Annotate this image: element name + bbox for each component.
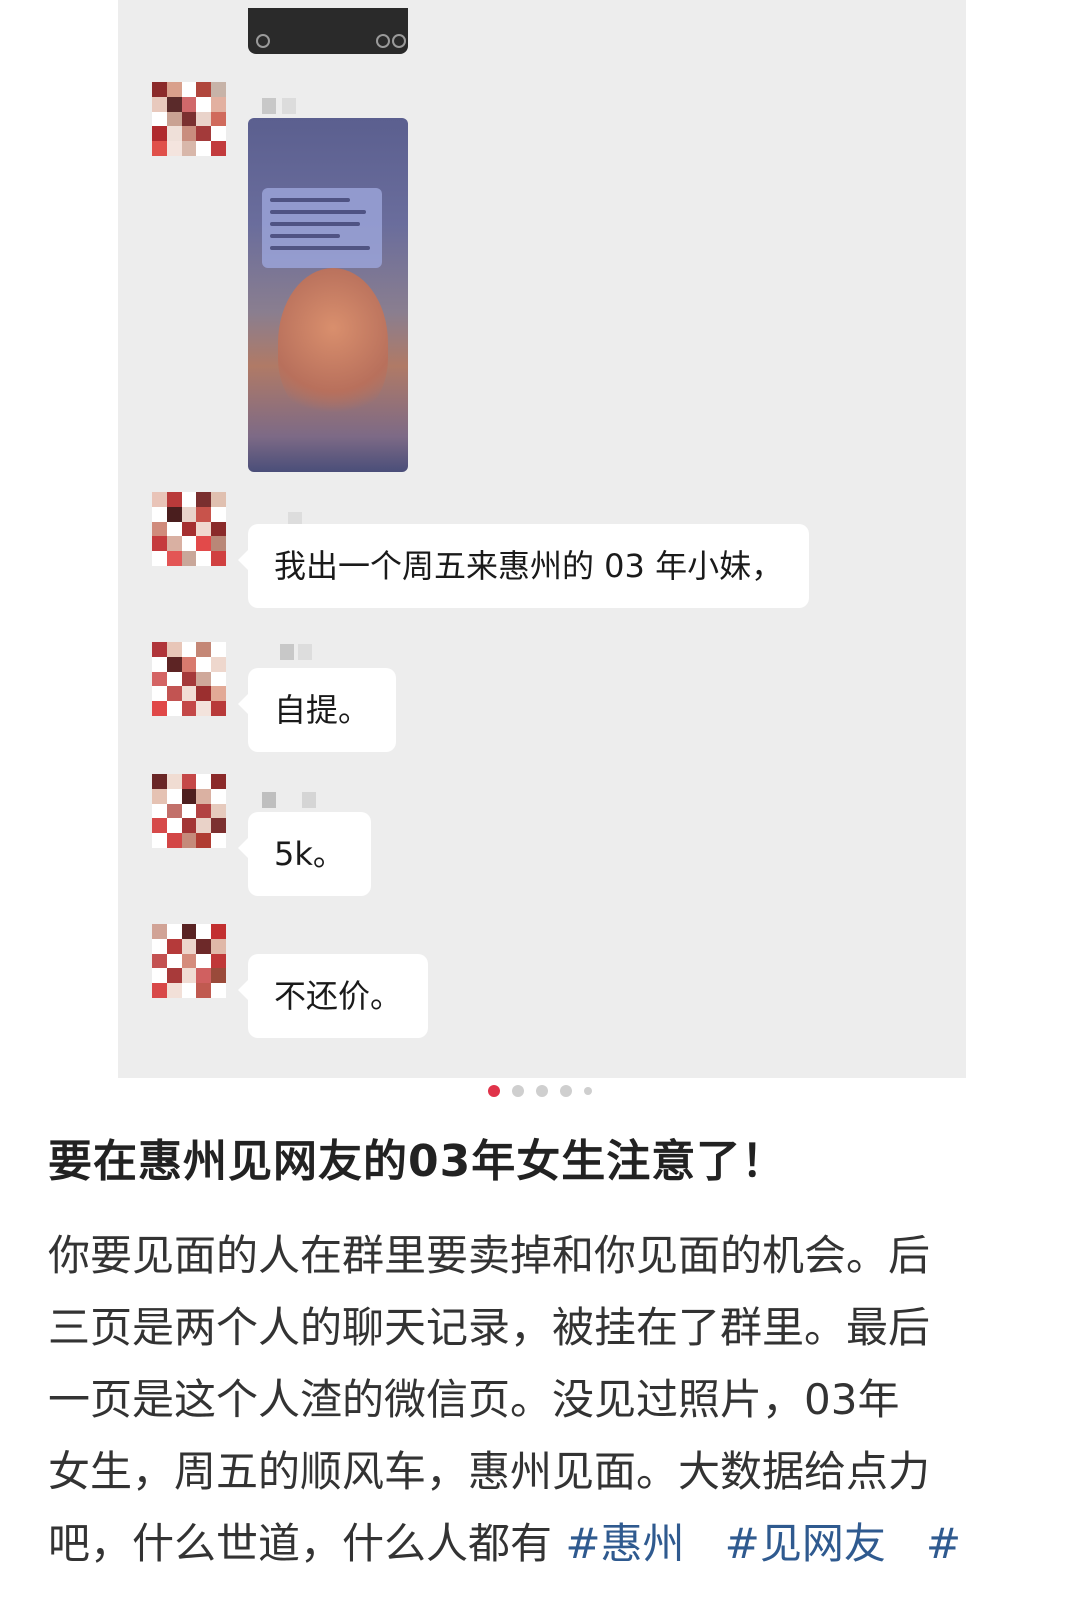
carousel-dot[interactable]	[560, 1084, 572, 1097]
post-body-line: 三页是两个人的聊天记录，被挂在了群里。最后	[48, 1303, 931, 1352]
avatar[interactable]	[152, 774, 226, 848]
avatar[interactable]	[152, 924, 226, 998]
carousel-indicator	[0, 1080, 1080, 1097]
avatar[interactable]	[152, 642, 226, 716]
video-thumbnail[interactable]	[248, 8, 408, 54]
message-bubble[interactable]: 5k。	[238, 812, 371, 896]
phone-screenshot-image[interactable]	[248, 118, 408, 472]
cloud-graphic	[278, 268, 388, 418]
sender-name	[280, 644, 324, 660]
post-body: 你要见面的人在群里要卖掉和你见面的机会。后 三页是两个人的聊天记录，被挂在了群里…	[48, 1220, 1048, 1580]
post-body-line: 你要见面的人在群里要卖掉和你见面的机会。后	[48, 1231, 931, 1280]
message-bubble[interactable]: 我出一个周五来惠州的 03 年小妹，	[237, 524, 810, 608]
message-bubble[interactable]: 自提。	[237, 668, 397, 752]
avatar[interactable]	[152, 492, 226, 566]
message-text: 5k。	[274, 835, 345, 873]
chat-screenshot: 我出一个周五来惠州的 03 年小妹， 自提。 5k。 不还价。	[118, 0, 966, 1078]
carousel-dot[interactable]	[536, 1084, 548, 1097]
post-body-line: 吧，什么世道，什么人都有 #惠州 #见网友 #	[48, 1508, 1048, 1580]
message-bubble[interactable]: 不还价。	[237, 954, 429, 1038]
message-text: 不还价。	[274, 977, 403, 1015]
message-preview	[262, 188, 382, 268]
message-text: 自提。	[274, 691, 371, 729]
play-icon	[256, 34, 270, 48]
post-body-line: 女生，周五的顺风车，惠州见面。大数据给点力	[48, 1447, 931, 1496]
post-title: 要在惠州见网友的03年女生注意了！	[48, 1136, 787, 1187]
post-body-line: 一页是这个人渣的微信页。没见过照片，03年	[48, 1375, 900, 1424]
close-icon	[392, 34, 406, 48]
hashtag-link[interactable]: #惠州	[565, 1519, 684, 1568]
hashtag-link[interactable]: #见网友	[725, 1519, 886, 1568]
carousel-dot[interactable]	[584, 1086, 592, 1095]
hashtag-link[interactable]: #	[926, 1519, 961, 1568]
sender-name	[262, 98, 306, 114]
avatar[interactable]	[152, 82, 226, 156]
post-body-text: 吧，什么世道，什么人都有	[48, 1519, 566, 1568]
sender-name	[262, 792, 316, 808]
carousel-dot[interactable]	[512, 1084, 524, 1097]
carousel-dot-active[interactable]	[488, 1084, 500, 1097]
settings-icon	[376, 34, 390, 48]
message-text: 我出一个周五来惠州的 03 年小妹，	[274, 547, 784, 585]
